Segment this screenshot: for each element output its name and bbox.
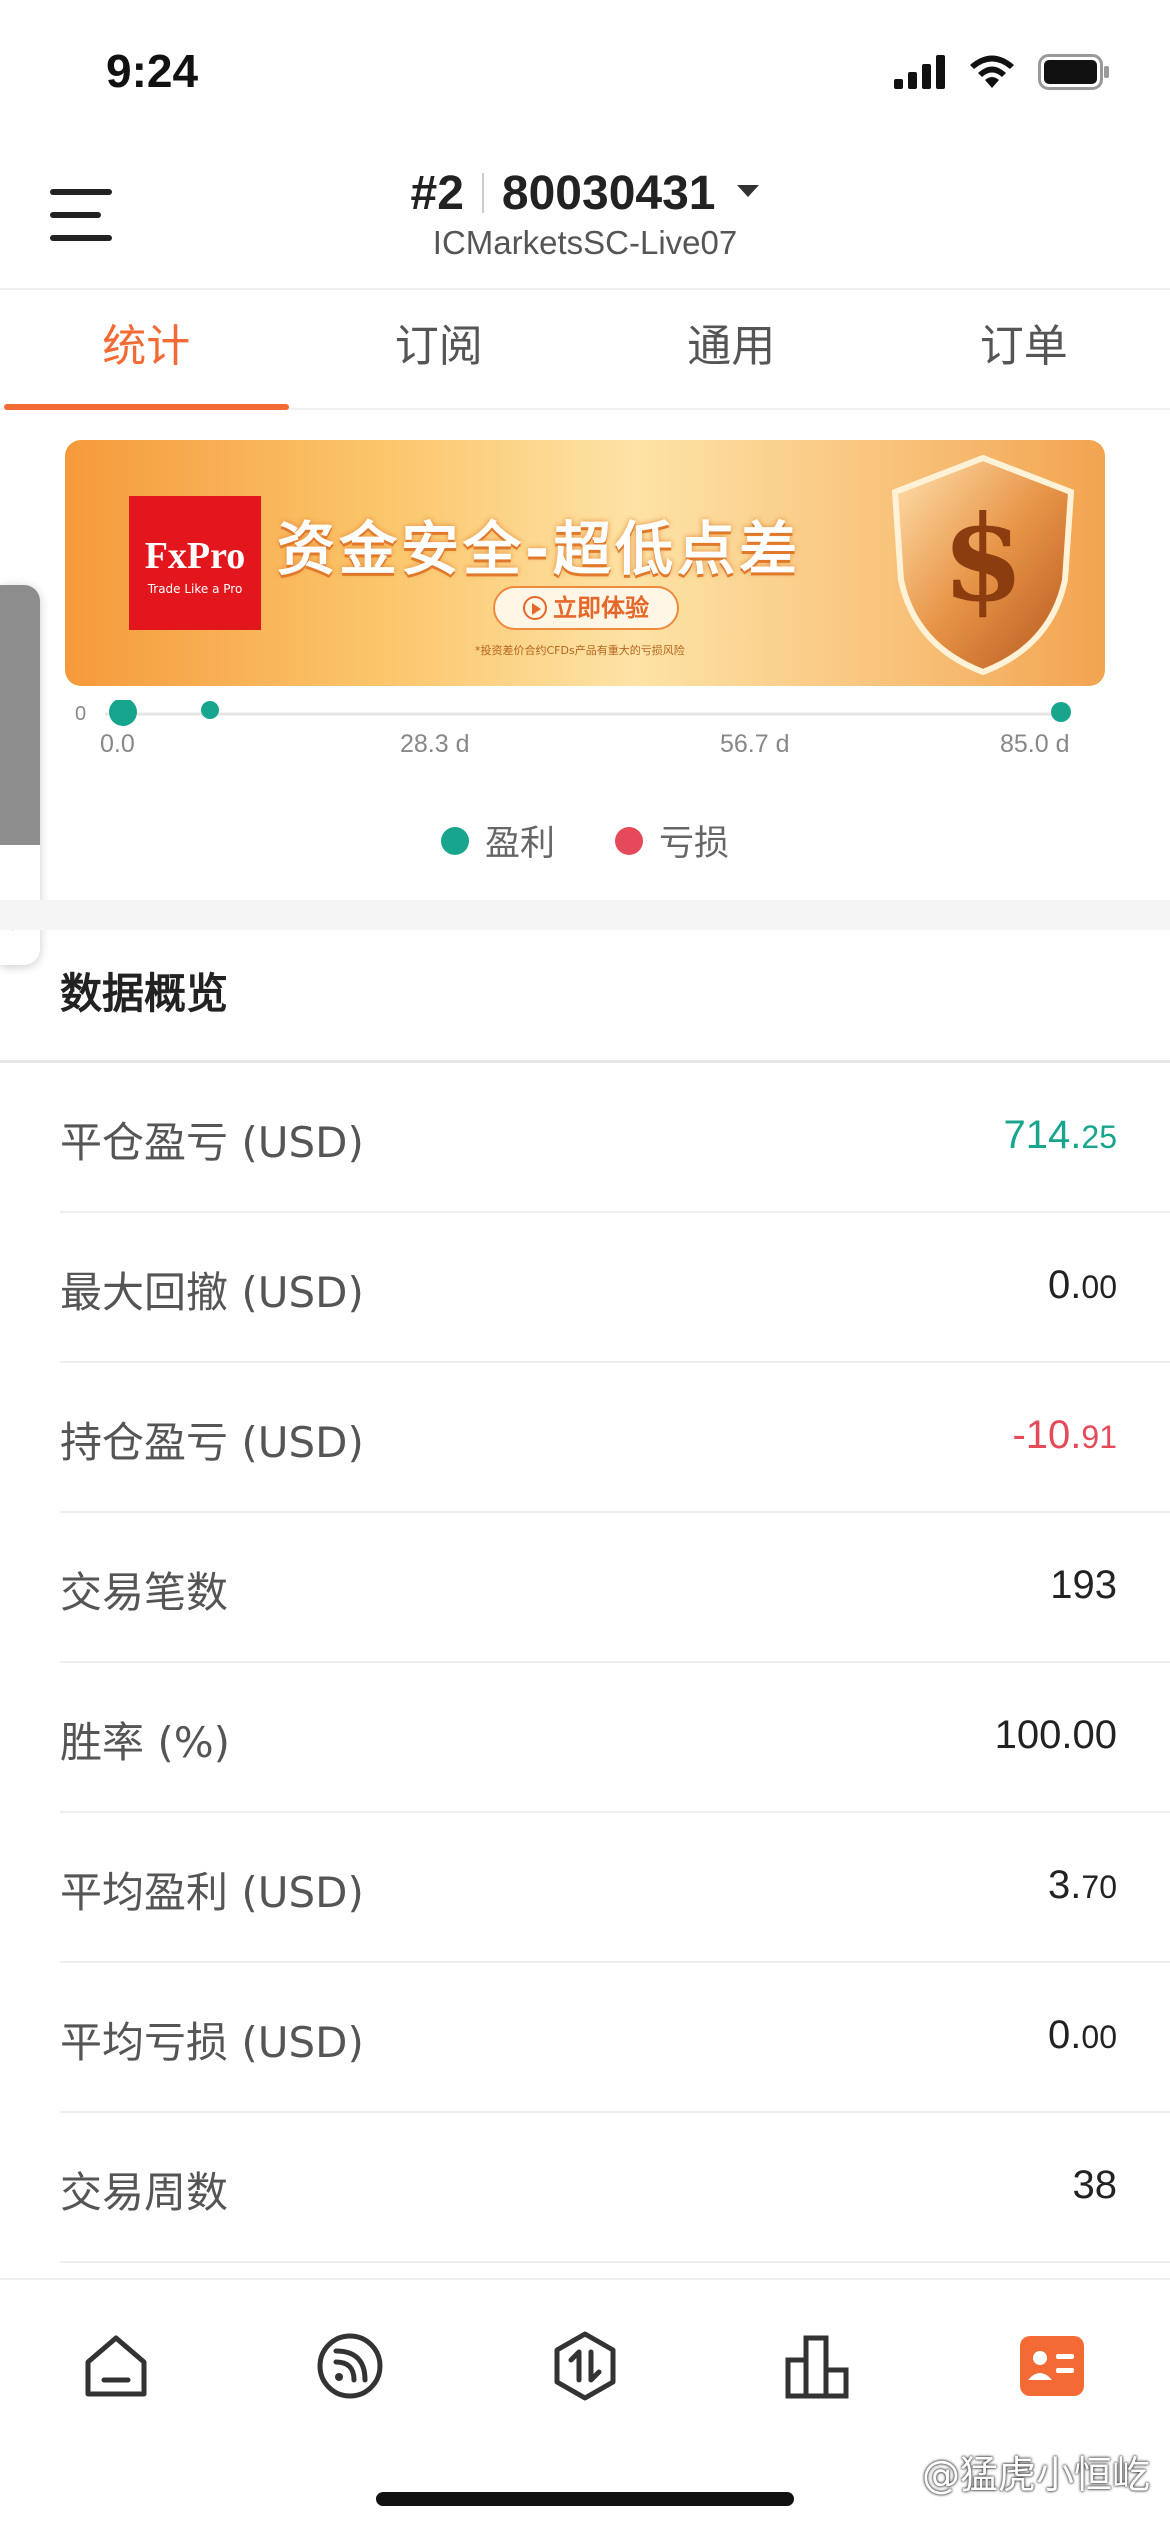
stat-label: 平均亏损 (USD): [60, 2018, 364, 2067]
tab-subscribe[interactable]: 订阅: [293, 292, 586, 408]
nav-feed[interactable]: [310, 2326, 390, 2406]
account-index: #2: [410, 167, 464, 220]
nav-charts[interactable]: [778, 2326, 858, 2406]
banner-disclaimer: *投资差价合约CFDs产品有重大的亏损风险: [475, 644, 685, 657]
server-name: ICMarketsSC-Live07: [432, 224, 738, 261]
chart-icon: [785, 2335, 849, 2399]
nav-trade[interactable]: [545, 2326, 625, 2406]
handle-bar: [0, 585, 40, 845]
legend-label: 盈利: [484, 824, 555, 864]
stat-label: 交易周数: [60, 2168, 229, 2217]
banner-cta-label: 立即体验: [553, 594, 649, 622]
stat-row-open-pnl: 持仓盈亏 (USD) -10.91: [60, 1363, 1170, 1513]
bottom-nav: @猛虎小恒屹: [0, 2278, 1170, 2532]
overview-title: 数据概览: [60, 969, 229, 1018]
banner-cta-button[interactable]: 立即体验: [493, 586, 679, 630]
tab-general[interactable]: 通用: [585, 292, 878, 408]
legend-profit[interactable]: 盈利: [440, 815, 555, 866]
stat-label: 最大回撤 (USD): [60, 1268, 364, 1317]
stat-value: 193: [1050, 1563, 1117, 1607]
svg-text:$: $: [942, 489, 1024, 628]
play-icon: [523, 596, 547, 620]
legend-label: 亏损: [659, 824, 730, 864]
chart-point: [201, 701, 219, 719]
tab-orders[interactable]: 订单: [878, 292, 1170, 408]
watermark: @猛虎小恒屹: [921, 2453, 1150, 2497]
stat-label: 交易笔数: [60, 1568, 229, 1617]
account-icon: [1020, 2336, 1084, 2396]
stat-row-trading-weeks: 交易周数 38: [60, 2113, 1170, 2263]
stat-value: 100.00: [994, 1713, 1117, 1757]
account-number: 80030431: [501, 167, 716, 220]
x-tick: 56.7 d: [720, 730, 790, 758]
status-bar: 9:24: [0, 0, 1170, 150]
caret-down-icon: [737, 185, 760, 197]
status-icons: [894, 54, 1110, 90]
x-tick: 0.0: [100, 730, 135, 758]
x-tick: 28.3 d: [400, 730, 470, 758]
stat-row-win-rate: 胜率 (%) 100.00: [60, 1663, 1170, 1813]
tab-bar: 统计 订阅 通用 订单: [0, 292, 1170, 410]
loss-dot-icon: [615, 826, 643, 855]
stat-label: 持仓盈亏 (USD): [60, 1418, 364, 1467]
battery-icon: [1038, 54, 1109, 90]
trade-icon: [554, 2331, 616, 2401]
chart-legend: 盈利 亏损: [0, 815, 1170, 866]
chart-point: [109, 700, 137, 726]
fxpro-logo: FxPro Trade Like a Pro: [129, 496, 261, 630]
tab-statistics[interactable]: 统计: [0, 292, 293, 410]
nav-account[interactable]: [1012, 2326, 1092, 2406]
app-header: #2 80030431 ICMarketsSC-Live07: [0, 150, 1170, 290]
profit-dot-icon: [440, 826, 469, 855]
stat-value: 3.70: [1048, 1863, 1117, 1907]
home-icon: [85, 2335, 147, 2397]
divider: [481, 173, 484, 213]
chart-point: [1051, 702, 1071, 722]
stat-value: -10.91: [1012, 1413, 1117, 1457]
feed-icon: [317, 2333, 383, 2399]
stat-row-avg-profit: 平均盈利 (USD) 3.70: [60, 1813, 1170, 1963]
status-time: 9:24: [106, 45, 199, 97]
stat-value: 38: [1072, 2163, 1118, 2207]
stat-value: 714.25: [1003, 1113, 1117, 1157]
wifi-icon: [970, 55, 1014, 88]
stat-label: 平仓盈亏 (USD): [60, 1118, 364, 1167]
stat-row-closed-pnl: 平仓盈亏 (USD) 714.25: [60, 1063, 1170, 1213]
stat-row-trade-count: 交易笔数 193: [60, 1513, 1170, 1663]
stat-row-max-drawdown: 最大回撤 (USD) 0.00: [60, 1213, 1170, 1363]
banner-headline: 资金安全-超低点差: [277, 515, 802, 583]
stat-label: 胜率 (%): [60, 1718, 231, 1767]
stat-row-avg-loss: 平均亏损 (USD) 0.00: [60, 1963, 1170, 2113]
y-axis-tick: 0: [75, 703, 86, 725]
stat-value: 0.00: [1048, 2013, 1117, 2057]
section-gap: [0, 900, 1170, 930]
legend-loss[interactable]: 亏损: [615, 815, 729, 866]
shield-dollar-icon: $: [891, 454, 1075, 676]
ad-banner[interactable]: FxPro Trade Like a Pro 资金安全-超低点差 立即体验 *投…: [65, 440, 1105, 686]
account-selector[interactable]: #2 80030431: [0, 166, 1170, 221]
x-tick: 85.0 d: [1000, 730, 1070, 758]
home-indicator[interactable]: [376, 2492, 794, 2506]
stat-label: 平均盈利 (USD): [60, 1868, 364, 1917]
overview-list: 平仓盈亏 (USD) 714.25 最大回撤 (USD) 0.00 持仓盈亏 (…: [0, 1063, 1170, 2263]
nav-home[interactable]: [76, 2326, 156, 2406]
cellular-signal-icon: [894, 55, 945, 89]
x-axis-ticks: 0.0 28.3 d 56.7 d 85.0 d: [0, 730, 1170, 770]
stat-value: 0.00: [1048, 1263, 1117, 1307]
